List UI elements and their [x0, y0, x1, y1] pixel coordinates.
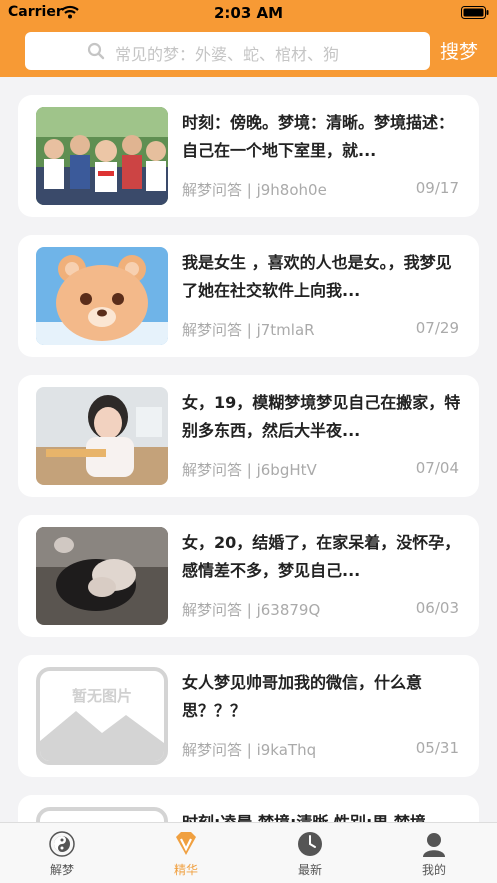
diamond-v-icon — [176, 832, 196, 855]
thumbnail-image — [36, 107, 168, 205]
item-title: 我是女生 ，喜欢的人也是女。，我梦见了她在社交软件上向我... — [182, 253, 452, 300]
tab-label: 最新 — [297, 863, 322, 877]
list-item[interactable]: 女，20，结婚了，在家呆着，没怀孕，感情差不多，梦见自己... 解梦问答 | j… — [18, 515, 479, 637]
item-title: 女，19，模糊梦境梦见自己在搬家，特别多东西，然后大半夜... — [182, 393, 461, 440]
item-title: 女，20，结婚了，在家呆着，没怀孕，感情差不多，梦见自己... — [182, 533, 461, 580]
thumbnail-placeholder: 暂无图片 — [36, 667, 168, 765]
search-icon — [87, 42, 105, 60]
item-date: 09/17 — [415, 179, 459, 197]
thumbnail-image — [36, 387, 168, 485]
no-image-label: 暂无图片 — [71, 687, 132, 705]
tab-jinghua[interactable]: 精华 — [124, 823, 248, 883]
clock-icon — [298, 832, 322, 856]
thumbnail-image — [36, 527, 168, 625]
item-source: 解梦问答 | j9h8oh0e — [182, 181, 327, 199]
bottom-tab-bar: 解梦 精华 最新 我的 — [0, 822, 497, 883]
item-source: 解梦问答 | i9kaThq — [182, 741, 317, 759]
item-date: 07/29 — [415, 319, 459, 337]
search-input[interactable]: 常见的梦：外婆、蛇、棺材、狗 — [25, 32, 430, 70]
item-source: 解梦问答 | j7tmlaR — [182, 321, 315, 339]
battery-icon — [461, 6, 489, 19]
item-source: 解梦问答 | j63879Q — [182, 601, 321, 619]
item-date: 06/03 — [415, 599, 459, 617]
app-header: Carrier 2:03 AM 常见的梦：外婆、蛇、棺材、狗 搜梦 — [0, 0, 497, 77]
list-item[interactable]: 暂无图片 女人梦见帅哥加我的微信，什么意思？？？ 解梦问答 | i9kaThq … — [18, 655, 479, 777]
list-item[interactable]: 我是女生 ，喜欢的人也是女。，我梦见了她在社交软件上向我... 解梦问答 | j… — [18, 235, 479, 357]
item-title: 时刻：傍晚。梦境：清晰。梦境描述：自己在一个地下室里，就... — [182, 113, 455, 160]
list-item[interactable]: 时刻：傍晚。梦境：清晰。梦境描述：自己在一个地下室里，就... 解梦问答 | j… — [18, 95, 479, 217]
tab-jiemeng[interactable]: 解梦 — [0, 823, 124, 883]
tab-label: 解梦 — [49, 863, 74, 877]
item-title: 女人梦见帅哥加我的微信，什么意思？？？ — [182, 673, 423, 720]
yin-yang-icon — [49, 831, 75, 857]
tab-label: 我的 — [421, 863, 446, 877]
status-bar: Carrier 2:03 AM — [0, 0, 497, 26]
user-icon — [423, 833, 445, 857]
item-date: 07/04 — [415, 459, 459, 477]
status-time: 2:03 AM — [213, 4, 284, 22]
tab-wode[interactable]: 我的 — [372, 823, 496, 883]
tab-label: 精华 — [173, 863, 198, 877]
list-item[interactable]: 女，19，模糊梦境梦见自己在搬家，特别多东西，然后大半夜... 解梦问答 | j… — [18, 375, 479, 497]
item-date: 05/31 — [415, 739, 459, 757]
thumbnail-image — [36, 247, 168, 345]
search-placeholder: 常见的梦：外婆、蛇、棺材、狗 — [115, 45, 340, 64]
item-source: 解梦问答 | j6bgHtV — [182, 461, 317, 479]
tab-zuixin[interactable]: 最新 — [248, 823, 372, 883]
search-button[interactable]: 搜梦 — [440, 37, 478, 64]
